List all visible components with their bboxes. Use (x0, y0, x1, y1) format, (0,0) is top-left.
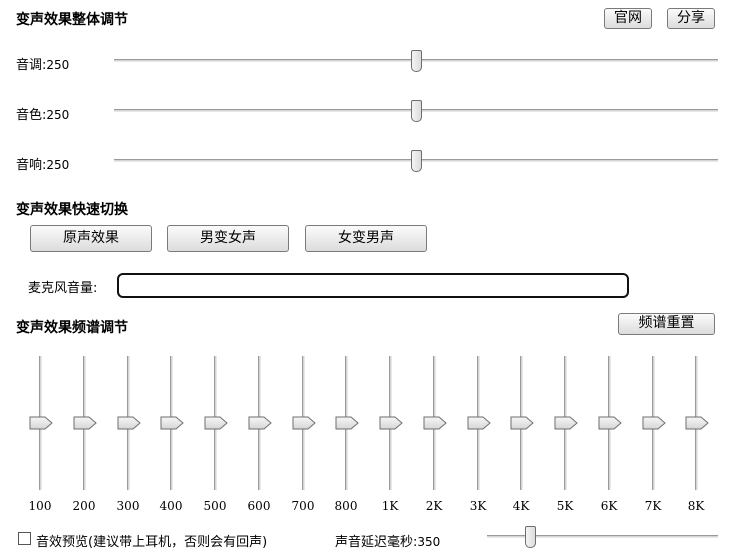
mic-volume-label: 麦克风音量: (28, 281, 98, 296)
eq-band-thumb-6K[interactable] (598, 416, 622, 430)
eq-band-label: 1K (381, 499, 399, 513)
timbre-label: 音色:250 (16, 108, 70, 123)
preview-checkbox[interactable] (18, 532, 31, 545)
eq-reset-button[interactable]: 频谱重置 (618, 313, 715, 335)
eq-section-title: 变声效果频谱调节 (16, 320, 128, 336)
quick-switch-title: 变声效果快速切换 (16, 202, 128, 218)
eq-band-thumb-400[interactable] (160, 416, 184, 430)
eq-band-label: 400 (159, 499, 183, 513)
eq-band-label: 6K (600, 499, 618, 513)
eq-band-thumb-4K[interactable] (510, 416, 534, 430)
delay-label-text: 声音延迟毫秒 (335, 535, 414, 550)
official-site-button[interactable]: 官网 (604, 8, 652, 29)
timbre-label-text: 音色 (16, 108, 43, 123)
eq-band-label: 300 (116, 499, 140, 513)
overall-section-title: 变声效果整体调节 (16, 12, 128, 28)
eq-band-label: 8K (687, 499, 705, 513)
mic-volume-label-text: 麦克风音量 (28, 281, 94, 296)
resonance-label-text: 音响 (16, 158, 43, 173)
delay-slider-track[interactable] (487, 535, 718, 538)
eq-band-thumb-5K[interactable] (554, 416, 578, 430)
pitch-value: 250 (46, 58, 70, 72)
pitch-slider-thumb[interactable] (411, 50, 422, 72)
preview-label: 音效预览(建议带上耳机，否则会有回声) (36, 535, 268, 550)
eq-band-label: 4K (512, 499, 530, 513)
eq-band-thumb-600[interactable] (248, 416, 272, 430)
resonance-slider-thumb[interactable] (411, 150, 422, 172)
eq-band-thumb-8K[interactable] (685, 416, 709, 430)
eq-band-thumb-100[interactable] (29, 416, 53, 430)
delay-value: 350 (417, 535, 441, 549)
eq-band-thumb-800[interactable] (335, 416, 359, 430)
eq-band-thumb-7K[interactable] (642, 416, 666, 430)
eq-band-label: 600 (247, 499, 271, 513)
timbre-value: 250 (46, 108, 70, 122)
eq-band-label: 500 (203, 499, 227, 513)
pitch-label-text: 音调 (16, 58, 43, 73)
eq-band-thumb-3K[interactable] (467, 416, 491, 430)
delay-slider-thumb[interactable] (525, 526, 536, 548)
eq-band-label: 2K (425, 499, 443, 513)
eq-band-thumb-300[interactable] (117, 416, 141, 430)
resonance-label: 音响:250 (16, 158, 70, 173)
timbre-slider-thumb[interactable] (411, 100, 422, 122)
eq-band-label: 700 (291, 499, 315, 513)
eq-band-label: 5K (556, 499, 574, 513)
share-button[interactable]: 分享 (667, 8, 715, 29)
delay-label: 声音延迟毫秒:350 (335, 535, 441, 550)
mic-volume-meter (117, 273, 629, 298)
eq-band-label: 200 (72, 499, 96, 513)
pitch-label: 音调:250 (16, 58, 70, 73)
eq-band-label: 7K (644, 499, 662, 513)
female-to-male-button[interactable]: 女变男声 (305, 225, 427, 252)
original-voice-button[interactable]: 原声效果 (30, 225, 152, 252)
eq-band-label: 3K (469, 499, 487, 513)
eq-band-thumb-2K[interactable] (423, 416, 447, 430)
eq-band-thumb-1K[interactable] (379, 416, 403, 430)
male-to-female-button[interactable]: 男变女声 (167, 225, 289, 252)
eq-band-thumb-200[interactable] (73, 416, 97, 430)
eq-band-label: 800 (334, 499, 358, 513)
eq-band-thumb-500[interactable] (204, 416, 228, 430)
resonance-value: 250 (46, 158, 70, 172)
eq-band-thumb-700[interactable] (292, 416, 316, 430)
eq-band-label: 100 (28, 499, 52, 513)
